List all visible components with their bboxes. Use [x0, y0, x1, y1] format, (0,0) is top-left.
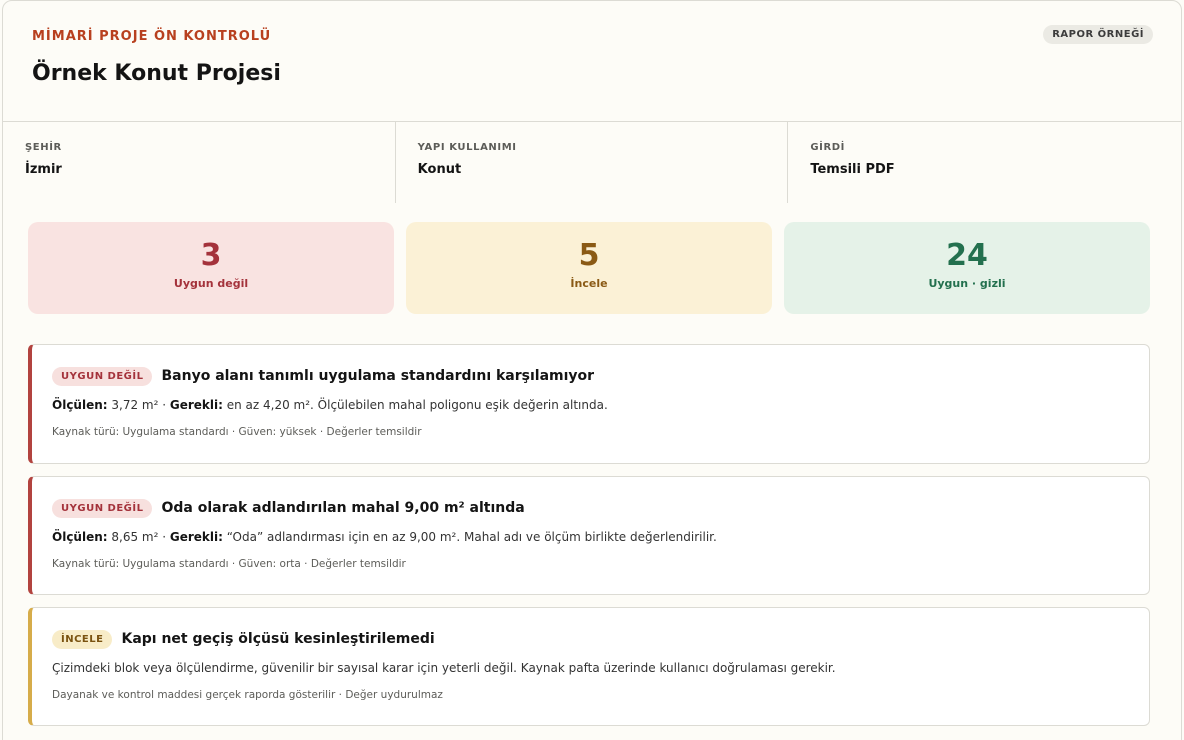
finding-body: Ölçülen: 8,65 m² · Gerekli: “Oda” adland…: [52, 530, 1129, 544]
status-badge: UYGUN DEĞİL: [52, 498, 153, 518]
finding-title: Kapı net geçiş ölçüsü kesinleştirilemedi: [121, 631, 435, 647]
report-eyebrow: MİMARİ PROJE ÖN KONTROLÜ: [32, 29, 272, 44]
finding-head: UYGUN DEĞİL Oda olarak adlandırılan maha…: [52, 495, 1129, 521]
finding-body: Ölçülen: 3,72 m² · Gerekli: en az 4,20 m…: [52, 398, 1129, 412]
required-value: en az 4,20 m². Ölçülebilen mahal poligon…: [222, 398, 608, 412]
page-title: Örnek Konut Projesi: [32, 61, 281, 86]
required-label: Gerekli:: [169, 398, 223, 412]
status-badge: UYGUN DEĞİL: [52, 366, 153, 386]
report-header: MİMARİ PROJE ÖN KONTROLÜ Örnek Konut Pro…: [3, 1, 1181, 121]
finding-footer: Kaynak türü: Uygulama standardı · Güven:…: [52, 426, 422, 438]
project-meta: ŞEHİR İzmir YAPI KULLANIMI Konut GİRDİ T…: [3, 121, 1181, 203]
finding-footer: Dayanak ve kontrol maddesi gerçek rapord…: [52, 689, 443, 701]
finding-head: UYGUN DEĞİL Banyo alanı tanımlı uygulama…: [52, 363, 1129, 389]
meta-city: ŞEHİR İzmir: [3, 122, 396, 203]
finding-bathroom-area[interactable]: UYGUN DEĞİL Banyo alanı tanımlı uygulama…: [28, 344, 1150, 464]
finding-room-area[interactable]: UYGUN DEĞİL Oda olarak adlandırılan maha…: [28, 476, 1150, 595]
meta-label: ŞEHİR: [25, 142, 62, 153]
meta-label: GİRDİ: [810, 142, 845, 153]
meta-value: Konut: [417, 162, 462, 177]
required-value: “Oda” adlandırması için en az 9,00 m². M…: [222, 530, 717, 544]
stat-number: 3: [200, 238, 222, 273]
finding-body: Çizimdeki blok veya ölçülendirme, güveni…: [52, 661, 836, 675]
measured-value: 3,72 m² ·: [107, 398, 170, 412]
finding-title: Oda olarak adlandırılan mahal 9,00 m² al…: [161, 500, 525, 516]
stat-label: Uygun · gizli: [928, 277, 1006, 290]
stat-compliant-hidden[interactable]: 24 Uygun · gizli: [784, 222, 1150, 314]
required-label: Gerekli:: [169, 530, 223, 544]
status-badge: İNCELE: [52, 629, 113, 649]
stat-non-compliant[interactable]: 3 Uygun değil: [28, 222, 394, 314]
measured-value: 8,65 m² ·: [107, 530, 170, 544]
measured-label: Ölçülen:: [52, 530, 108, 544]
measured-label: Ölçülen:: [52, 398, 108, 412]
report-sample-badge: RAPOR ÖRNEĞİ: [1043, 25, 1153, 44]
finding-footer: Kaynak türü: Uygulama standardı · Güven:…: [52, 558, 406, 570]
meta-value: İzmir: [25, 162, 62, 177]
meta-label: YAPI KULLANIMI: [417, 142, 517, 153]
finding-head: İNCELE Kapı net geçiş ölçüsü kesinleştir…: [52, 626, 1129, 652]
summary-stats: 3 Uygun değil 5 İncele 24 Uygun · gizli: [28, 222, 1150, 314]
meta-input: GİRDİ Temsili PDF: [788, 122, 1181, 203]
stat-label: Uygun değil: [173, 277, 249, 290]
finding-door-clearance[interactable]: İNCELE Kapı net geçiş ölçüsü kesinleştir…: [28, 607, 1150, 726]
stat-number: 5: [578, 238, 600, 273]
finding-title: Banyo alanı tanımlı uygulama standardını…: [161, 368, 595, 384]
stat-label: İncele: [570, 277, 608, 290]
meta-value: Temsili PDF: [810, 162, 895, 177]
stat-number: 24: [946, 238, 988, 273]
meta-building-use: YAPI KULLANIMI Konut: [396, 122, 789, 203]
stat-review[interactable]: 5 İncele: [406, 222, 772, 314]
